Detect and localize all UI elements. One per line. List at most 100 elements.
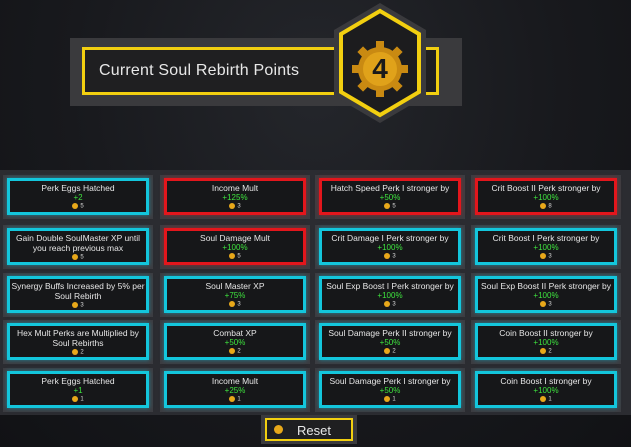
perk-value: +50% xyxy=(379,338,401,347)
perk-card[interactable]: Soul Damage Mult +100% 5 xyxy=(164,228,306,265)
perk-value: +1 xyxy=(73,386,83,395)
perk-cost: 2 xyxy=(167,348,303,356)
perk-title: Coin Boost I stronger by xyxy=(500,376,592,386)
perk-card[interactable]: Soul Master XP +75% 3 xyxy=(164,276,306,313)
perk-cost-value: 1 xyxy=(392,396,396,403)
perk-card-cell: Hatch Speed Perk I stronger by +50% 5 xyxy=(315,175,465,219)
coin-icon xyxy=(384,203,391,209)
perk-card[interactable]: Crit Boost II Perk stronger by +100% 8 xyxy=(475,178,617,215)
perk-cost: 3 xyxy=(167,301,303,309)
coin-icon xyxy=(72,203,79,209)
perk-card[interactable]: Income Mult +25% 1 xyxy=(164,371,306,408)
perk-cost: 5 xyxy=(10,203,146,211)
perk-cost-value: 1 xyxy=(237,396,241,403)
perk-title: Gain Double SoulMaster XP until you reac… xyxy=(15,233,141,253)
perk-cost-value: 3 xyxy=(80,302,84,309)
perk-value: +100% xyxy=(377,291,403,300)
perk-card-cell: Coin Boost I stronger by +100% 1 xyxy=(471,368,621,412)
perk-cost-value: 8 xyxy=(548,203,552,210)
perk-cost-value: 3 xyxy=(237,203,241,210)
perk-value: +100% xyxy=(533,291,559,300)
reset-button[interactable]: Reset xyxy=(265,418,353,441)
perk-card-cell: Soul Damage Perk I stronger by +50% 1 xyxy=(315,368,465,412)
perk-cost-value: 2 xyxy=(392,348,396,355)
perk-card[interactable]: Soul Damage Perk II stronger by +50% 2 xyxy=(319,323,461,360)
perk-title: Crit Damage I Perk stronger by xyxy=(331,233,449,243)
perk-cost-value: 2 xyxy=(548,348,552,355)
perk-card[interactable]: Combat XP +50% 2 xyxy=(164,323,306,360)
coin-icon xyxy=(274,425,283,434)
perk-title: Soul Damage Perk II stronger by xyxy=(328,328,452,338)
coin-icon xyxy=(384,348,391,354)
coin-icon xyxy=(72,396,79,402)
perk-cost: 2 xyxy=(10,349,146,357)
perk-card[interactable]: Perk Eggs Hatched +1 1 xyxy=(7,371,149,408)
perk-card-cell: Soul Damage Perk II stronger by +50% 2 xyxy=(315,320,465,364)
perk-cost-value: 1 xyxy=(80,396,84,403)
perk-card[interactable]: Income Mult +125% 3 xyxy=(164,178,306,215)
perk-title: Soul Exp Boost II Perk stronger by xyxy=(481,281,611,291)
coin-icon xyxy=(540,348,547,354)
perk-card-cell: Soul Master XP +75% 3 xyxy=(160,273,310,317)
perk-card-cell: Soul Exp Boost I Perk stronger by +100% 3 xyxy=(315,273,465,317)
perk-card[interactable]: Soul Damage Perk I stronger by +50% 1 xyxy=(319,371,461,408)
coin-icon xyxy=(384,396,391,402)
perk-card-cell: Crit Boost II Perk stronger by +100% 8 xyxy=(471,175,621,219)
perk-card[interactable]: Perk Eggs Hatched +2 5 xyxy=(7,178,149,215)
perk-card[interactable]: Coin Boost II stronger by +100% 2 xyxy=(475,323,617,360)
perk-title: Soul Exp Boost I Perk stronger by xyxy=(326,281,454,291)
perk-value: +100% xyxy=(533,386,559,395)
perk-card[interactable]: Soul Exp Boost II Perk stronger by +100% 3 xyxy=(475,276,617,313)
perk-value: +25% xyxy=(224,386,246,395)
perk-cost: 3 xyxy=(478,301,614,309)
perk-card[interactable]: Crit Damage I Perk stronger by +100% 3 xyxy=(319,228,461,265)
perk-value: +100% xyxy=(222,243,248,252)
perk-cost-value: 3 xyxy=(548,253,552,260)
perk-card[interactable]: Hex Mult Perks are Multiplied by Soul Re… xyxy=(7,323,149,360)
perk-cost: 5 xyxy=(10,254,146,262)
perk-cost-value: 1 xyxy=(548,396,552,403)
perk-card-cell: Coin Boost II stronger by +100% 2 xyxy=(471,320,621,364)
perk-card-cell: Income Mult +25% 1 xyxy=(160,368,310,412)
perk-card[interactable]: Crit Boost I Perk stronger by +100% 3 xyxy=(475,228,617,265)
perk-card[interactable]: Coin Boost I stronger by +100% 1 xyxy=(475,371,617,408)
coin-icon xyxy=(229,301,236,307)
perk-value: +100% xyxy=(377,243,403,252)
perk-value: +100% xyxy=(533,338,559,347)
perk-cost: 3 xyxy=(167,203,303,211)
coin-icon xyxy=(72,302,79,308)
perk-title: Coin Boost II stronger by xyxy=(499,328,593,338)
perk-title: Soul Master XP xyxy=(205,281,265,291)
perk-cost: 3 xyxy=(322,253,458,261)
perk-cost: 1 xyxy=(478,396,614,404)
perk-cost: 5 xyxy=(167,253,303,261)
perk-card-cell: Perk Eggs Hatched +1 1 xyxy=(3,368,153,412)
perk-value: +75% xyxy=(224,291,246,300)
perk-card-cell: Combat XP +50% 2 xyxy=(160,320,310,364)
perk-cost: 1 xyxy=(167,396,303,404)
coin-icon xyxy=(540,301,547,307)
coin-icon xyxy=(540,253,547,259)
coin-icon xyxy=(229,396,236,402)
perk-title: Combat XP xyxy=(213,328,257,338)
perk-card[interactable]: Soul Exp Boost I Perk stronger by +100% 3 xyxy=(319,276,461,313)
perk-card-cell: Synergy Buffs Increased by 5% per Soul R… xyxy=(3,273,153,317)
perk-value: +50% xyxy=(379,193,401,202)
points-hex-badge: 4 xyxy=(330,0,430,129)
perk-title: Soul Damage Perk I stronger by xyxy=(329,376,451,386)
perk-title: Soul Damage Mult xyxy=(200,233,270,243)
perk-value: +125% xyxy=(222,193,248,202)
perk-card-cell: Soul Exp Boost II Perk stronger by +100% 3 xyxy=(471,273,621,317)
perk-value: +50% xyxy=(224,338,246,347)
perk-cost: 5 xyxy=(322,203,458,211)
perk-cost-value: 3 xyxy=(392,301,396,308)
perk-card-cell: Crit Damage I Perk stronger by +100% 3 xyxy=(315,225,465,269)
perk-cost-value: 5 xyxy=(392,203,396,210)
points-value: 4 xyxy=(372,53,388,84)
perk-title: Synergy Buffs Increased by 5% per Soul R… xyxy=(11,281,145,301)
perk-title: Hex Mult Perks are Multiplied by Soul Re… xyxy=(17,328,139,348)
perk-card[interactable]: Gain Double SoulMaster XP until you reac… xyxy=(7,228,149,265)
perk-title: Hatch Speed Perk I stronger by xyxy=(330,183,450,193)
perk-card[interactable]: Synergy Buffs Increased by 5% per Soul R… xyxy=(7,276,149,313)
perk-card[interactable]: Hatch Speed Perk I stronger by +50% 5 xyxy=(319,178,461,215)
